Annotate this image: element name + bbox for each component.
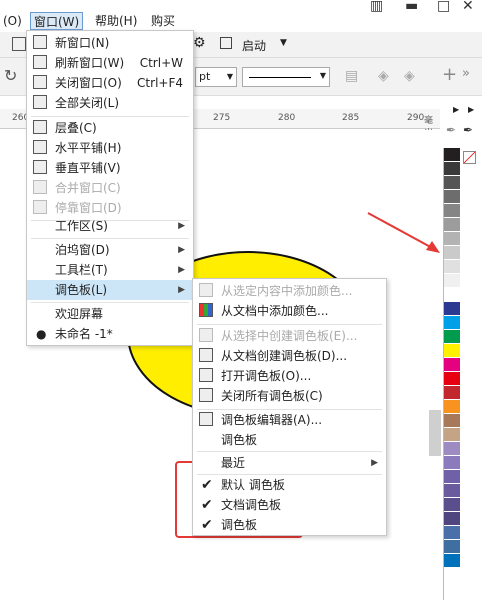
chevron-right-icon: ▶ xyxy=(178,245,185,255)
menu-item-dock-window: 停靠窗口(D) xyxy=(27,198,193,218)
menu-item-document-palette[interactable]: ✔ 文档调色板 xyxy=(193,495,386,515)
color-swatch[interactable] xyxy=(444,554,460,568)
separator xyxy=(197,451,382,452)
color-swatch[interactable] xyxy=(444,428,460,442)
menu-item-recent[interactable]: 最近 ▶ xyxy=(193,453,386,473)
menu-item-color-palettes[interactable]: 调色板(L) ▶ xyxy=(27,280,193,300)
checkmark-icon: ✔ xyxy=(201,517,213,533)
palette-add-icon xyxy=(199,303,213,317)
palette-add-icon xyxy=(199,283,213,297)
color-swatch[interactable] xyxy=(444,386,460,400)
menu-item-workspace[interactable]: 工作区(S) ▶ xyxy=(27,216,193,236)
color-swatch[interactable] xyxy=(444,232,460,246)
color-swatch[interactable] xyxy=(444,190,460,204)
bullet-icon: ● xyxy=(36,327,47,341)
menu-item-close-all[interactable]: 全部关闭(L) xyxy=(27,93,193,113)
separator xyxy=(31,116,189,117)
menu-item-palette[interactable]: 调色板 xyxy=(193,430,386,450)
color-swatch[interactable] xyxy=(444,470,460,484)
menu-item-palette-editor[interactable]: 调色板编辑器(A)... xyxy=(193,410,386,430)
close-all-icon xyxy=(33,95,47,109)
create-palette-icon xyxy=(199,328,213,342)
chevron-right-icon: ▶ xyxy=(178,221,185,231)
color-swatch[interactable] xyxy=(444,302,460,316)
chevron-right-icon: ▶ xyxy=(178,285,185,295)
menu-item-close-window[interactable]: 关闭窗口(O) Ctrl+F4 xyxy=(27,73,193,93)
color-swatch[interactable] xyxy=(444,218,460,232)
palette-editor-icon xyxy=(199,412,213,426)
menu-item-close-all-palettes[interactable]: 关闭所有调色板(C) xyxy=(193,386,386,406)
color-swatch[interactable] xyxy=(444,148,460,162)
color-swatch[interactable] xyxy=(444,330,460,344)
menu-item-refresh-window[interactable]: 刷新窗口(W) Ctrl+W xyxy=(27,53,193,73)
menu-item-cascade[interactable]: 层叠(C) xyxy=(27,118,193,138)
color-swatch[interactable] xyxy=(444,484,460,498)
color-swatch[interactable] xyxy=(444,512,460,526)
tile-horizontal-icon xyxy=(33,140,47,154)
checkmark-icon: ✔ xyxy=(201,497,213,513)
color-swatch[interactable] xyxy=(444,204,460,218)
menu-item-toolbars[interactable]: 工具栏(T) ▶ xyxy=(27,260,193,280)
color-swatch[interactable] xyxy=(444,442,460,456)
color-swatch[interactable] xyxy=(444,358,460,372)
color-swatch[interactable] xyxy=(444,274,460,288)
menu-item-document[interactable]: ● 未命名 -1* xyxy=(27,324,193,344)
menu-item-tile-horizontal[interactable]: 水平平铺(H) xyxy=(27,138,193,158)
create-palette-icon xyxy=(199,348,213,362)
close-window-icon xyxy=(33,75,47,89)
menu-item-add-from-document[interactable]: 从文档中添加颜色... xyxy=(193,301,386,321)
red-arrow-line xyxy=(367,212,437,251)
menu-item-new-window[interactable]: 新窗口(N) xyxy=(27,33,193,53)
merge-window-icon xyxy=(33,180,47,194)
cascade-icon xyxy=(33,120,47,134)
scrollbar-thumb[interactable] xyxy=(429,410,441,456)
menu-item-create-from-selection: 从选择中创建调色板(E)... xyxy=(193,326,386,346)
menu-item-merge-window: 合并窗口(C) xyxy=(27,178,193,198)
window-menu: 新窗口(N) 刷新窗口(W) Ctrl+W 关闭窗口(O) Ctrl+F4 全部关闭… xyxy=(26,30,194,346)
color-swatch[interactable] xyxy=(444,414,460,428)
close-palettes-icon xyxy=(199,388,213,402)
color-swatch[interactable] xyxy=(444,162,460,176)
separator xyxy=(31,238,189,239)
tile-vertical-icon xyxy=(33,160,47,174)
checkmark-icon: ✔ xyxy=(201,477,213,493)
menu-item-create-from-document[interactable]: 从文档创建调色板(D)... xyxy=(193,346,386,366)
new-window-icon xyxy=(33,35,47,49)
menu-item-palette-checked[interactable]: ✔ 调色板 xyxy=(193,515,386,535)
color-swatch[interactable] xyxy=(444,498,460,512)
separator xyxy=(31,302,189,303)
color-palette[interactable] xyxy=(443,148,460,600)
open-palette-icon xyxy=(199,368,213,382)
color-swatch[interactable] xyxy=(444,176,460,190)
color-swatch[interactable] xyxy=(444,400,460,414)
menu-item-tile-vertical[interactable]: 垂直平铺(V) xyxy=(27,158,193,178)
dock-window-icon xyxy=(33,200,47,214)
color-swatch[interactable] xyxy=(444,316,460,330)
palette-submenu: 从选定内容中添加颜色... 从文档中添加颜色... 从选择中创建调色板(E)..… xyxy=(192,278,387,536)
color-swatch[interactable] xyxy=(444,288,460,302)
color-swatch[interactable] xyxy=(444,526,460,540)
red-arrow-head xyxy=(426,241,440,253)
refresh-window-icon xyxy=(33,55,47,69)
color-swatch[interactable] xyxy=(444,540,460,554)
color-swatch[interactable] xyxy=(444,246,460,260)
color-swatch[interactable] xyxy=(444,372,460,386)
menu-item-dockers[interactable]: 泊坞窗(D) ▶ xyxy=(27,240,193,260)
menu-item-welcome-screen[interactable]: 欢迎屏幕 xyxy=(27,304,193,324)
color-swatch[interactable] xyxy=(444,456,460,470)
chevron-right-icon: ▶ xyxy=(371,458,378,468)
separator xyxy=(197,324,382,325)
menu-item-default-palette[interactable]: ✔ 默认 调色板 xyxy=(193,475,386,495)
menu-item-add-from-selection: 从选定内容中添加颜色... xyxy=(193,281,386,301)
color-swatch[interactable] xyxy=(444,260,460,274)
menu-item-open-palette[interactable]: 打开调色板(O)... xyxy=(193,366,386,386)
color-swatch[interactable] xyxy=(444,344,460,358)
chevron-right-icon: ▶ xyxy=(178,265,185,275)
